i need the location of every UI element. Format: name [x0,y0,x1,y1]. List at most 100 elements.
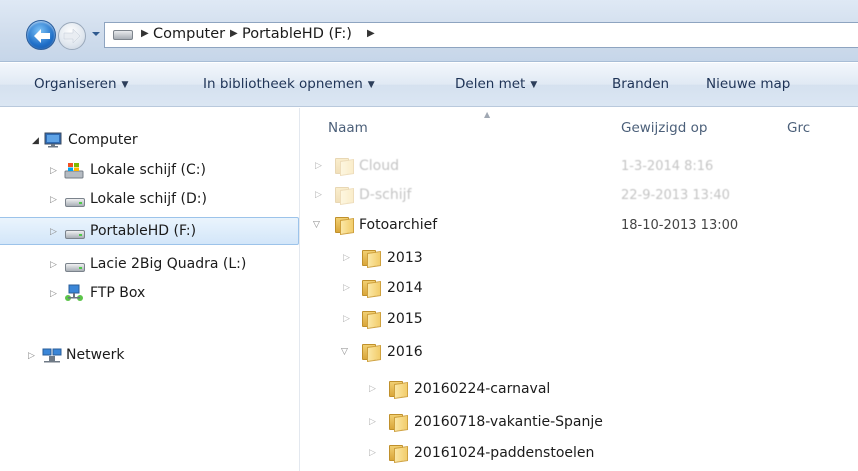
network-icon [42,348,62,363]
ftp-network-icon [65,284,83,301]
expanded-arrow-icon[interactable]: ▽ [313,220,320,230]
navigation-pane: ◢ Computer ▷ Lokale schijf (C:) ▷ Lokale… [0,108,300,471]
address-bar-area: ▶ Computer ▶ PortableHD (F:) ▶ [0,0,858,62]
tree-item-network[interactable]: ▷ Netwerk [0,343,299,369]
tree-label-local-disk-c: Lokale schijf (C:) [90,162,206,178]
breadcrumb-computer[interactable]: Computer [153,26,225,42]
collapsed-arrow-icon[interactable]: ▷ [50,166,57,176]
burn-button[interactable]: Branden [612,76,669,92]
list-item-20161024-paddenstoelen[interactable]: ▷ 20161024-paddenstoelen [301,440,858,468]
collapsed-arrow-icon[interactable]: ▷ [50,260,57,270]
hard-drive-icon [65,198,85,207]
list-item-fotoarchief[interactable]: ▽ Fotoarchief 18-10-2013 13:00 [301,212,858,240]
folder-icon [335,158,355,176]
tree-item-computer[interactable]: ◢ Computer [0,128,299,154]
computer-icon [44,132,62,148]
folder-icon [362,344,382,362]
file-name: Fotoarchief [359,217,438,233]
list-item-2014[interactable]: ▷ 2014 [301,275,858,303]
list-item-20160718-vakantie-spanje[interactable]: ▷ 20160718-vakantie-Spanje [301,409,858,437]
hard-drive-icon [65,230,85,239]
include-library-label: In bibliotheek opnemen [203,76,363,92]
list-item-cloud[interactable]: ▷ Cloud 1-3-2014 8:16 [301,153,858,181]
folder-icon [389,445,409,463]
list-item-2016[interactable]: ▽ 2016 [301,339,858,367]
chevron-down-icon: ▼ [530,80,538,90]
expanded-arrow-icon[interactable]: ▽ [341,347,348,357]
list-item-2015[interactable]: ▷ 2015 [301,306,858,334]
share-with-label: Delen met [455,76,526,92]
file-name: 20160718-vakantie-Spanje [414,414,603,430]
file-date: 22-9-2013 13:40 [621,188,730,203]
tree-item-local-disk-c[interactable]: ▷ Lokale schijf (C:) [0,158,299,184]
chevron-down-icon: ▼ [367,80,375,90]
breadcrumb-separator-icon[interactable]: ▶ [230,28,238,39]
include-in-library-button[interactable]: In bibliotheek opnemen ▼ [203,76,375,92]
folder-icon [362,311,382,329]
breadcrumb-separator-icon[interactable]: ▶ [141,28,149,39]
new-folder-button[interactable]: Nieuwe map [706,76,790,92]
tree-item-lacie-l[interactable]: ▷ Lacie 2Big Quadra (L:) [0,252,299,278]
breadcrumb-portablehd[interactable]: PortableHD (F:) [242,26,352,42]
recent-pages-button[interactable] [90,28,102,40]
list-item-d-schijf[interactable]: ▷ D-schijf 22-9-2013 13:40 [301,182,858,210]
collapsed-arrow-icon[interactable]: ▷ [50,289,57,299]
collapsed-arrow-icon[interactable]: ▷ [50,195,57,205]
sort-ascending-icon: ▲ [484,110,491,119]
organize-label: Organiseren [34,76,117,92]
folder-icon [389,381,409,399]
organize-button[interactable]: Organiseren ▼ [34,76,128,92]
breadcrumb-separator-icon[interactable]: ▶ [367,28,375,39]
tree-item-portablehd-f[interactable]: ▷ PortableHD (F:) [0,217,299,245]
share-with-button[interactable]: Delen met ▼ [455,76,537,92]
list-item-2013[interactable]: ▷ 2013 [301,245,858,273]
folder-icon [362,280,382,298]
arrow-right-icon [63,28,81,44]
folder-icon [335,187,355,205]
collapsed-arrow-icon[interactable]: ▷ [28,351,35,361]
windows-drive-icon [64,163,84,179]
column-header-size[interactable]: Grc [787,120,810,136]
column-header-modified[interactable]: Gewijzigd op [621,120,707,136]
forward-button[interactable] [58,22,86,50]
expanded-arrow-icon[interactable]: ◢ [32,136,39,146]
column-header-name[interactable]: Naam [328,120,368,136]
file-date: 18-10-2013 13:00 [621,218,739,233]
tree-label-computer: Computer [68,132,138,148]
file-name: 2013 [387,250,423,266]
folder-icon [362,250,382,268]
address-field[interactable]: ▶ Computer ▶ PortableHD (F:) ▶ [104,22,858,48]
file-name: 2014 [387,280,423,296]
collapsed-arrow-icon[interactable]: ▷ [369,448,376,458]
hard-drive-icon [65,263,85,272]
file-name: D-schijf [359,187,412,203]
collapsed-arrow-icon[interactable]: ▷ [369,384,376,394]
back-button[interactable] [26,20,56,50]
command-bar: Organiseren ▼ In bibliotheek opnemen ▼ Del… [0,63,858,107]
collapsed-arrow-icon[interactable]: ▷ [369,417,376,427]
collapsed-arrow-icon[interactable]: ▷ [50,227,57,237]
tree-label-lacie-l: Lacie 2Big Quadra (L:) [90,256,247,272]
chevron-down-icon [92,32,100,36]
collapsed-arrow-icon[interactable]: ▷ [343,283,350,293]
list-item-20160224-carnaval[interactable]: ▷ 20160224-carnaval [301,376,858,404]
file-name: Cloud [359,158,399,174]
file-date: 1-3-2014 8:16 [621,159,714,174]
file-name: 2016 [387,344,423,360]
chevron-down-icon: ▼ [121,80,129,90]
file-list: ▲ Naam Gewijzigd op Grc ▷ Cloud 1-3-2014… [301,108,858,471]
tree-label-ftp-box: FTP Box [90,285,146,301]
collapsed-arrow-icon[interactable]: ▷ [343,253,350,263]
tree-label-local-disk-d: Lokale schijf (D:) [90,191,207,207]
tree-item-local-disk-d[interactable]: ▷ Lokale schijf (D:) [0,187,299,213]
tree-item-ftp-box[interactable]: ▷ FTP Box [0,281,299,307]
folder-icon [335,217,355,235]
collapsed-arrow-icon[interactable]: ▷ [315,190,322,200]
collapsed-arrow-icon[interactable]: ▷ [343,314,350,324]
file-name: 2015 [387,311,423,327]
tree-label-portablehd-f: PortableHD (F:) [90,223,197,239]
collapsed-arrow-icon[interactable]: ▷ [315,161,322,171]
file-name: 20161024-paddenstoelen [414,445,595,461]
arrow-left-icon [34,29,50,43]
tree-label-network: Netwerk [66,347,125,363]
